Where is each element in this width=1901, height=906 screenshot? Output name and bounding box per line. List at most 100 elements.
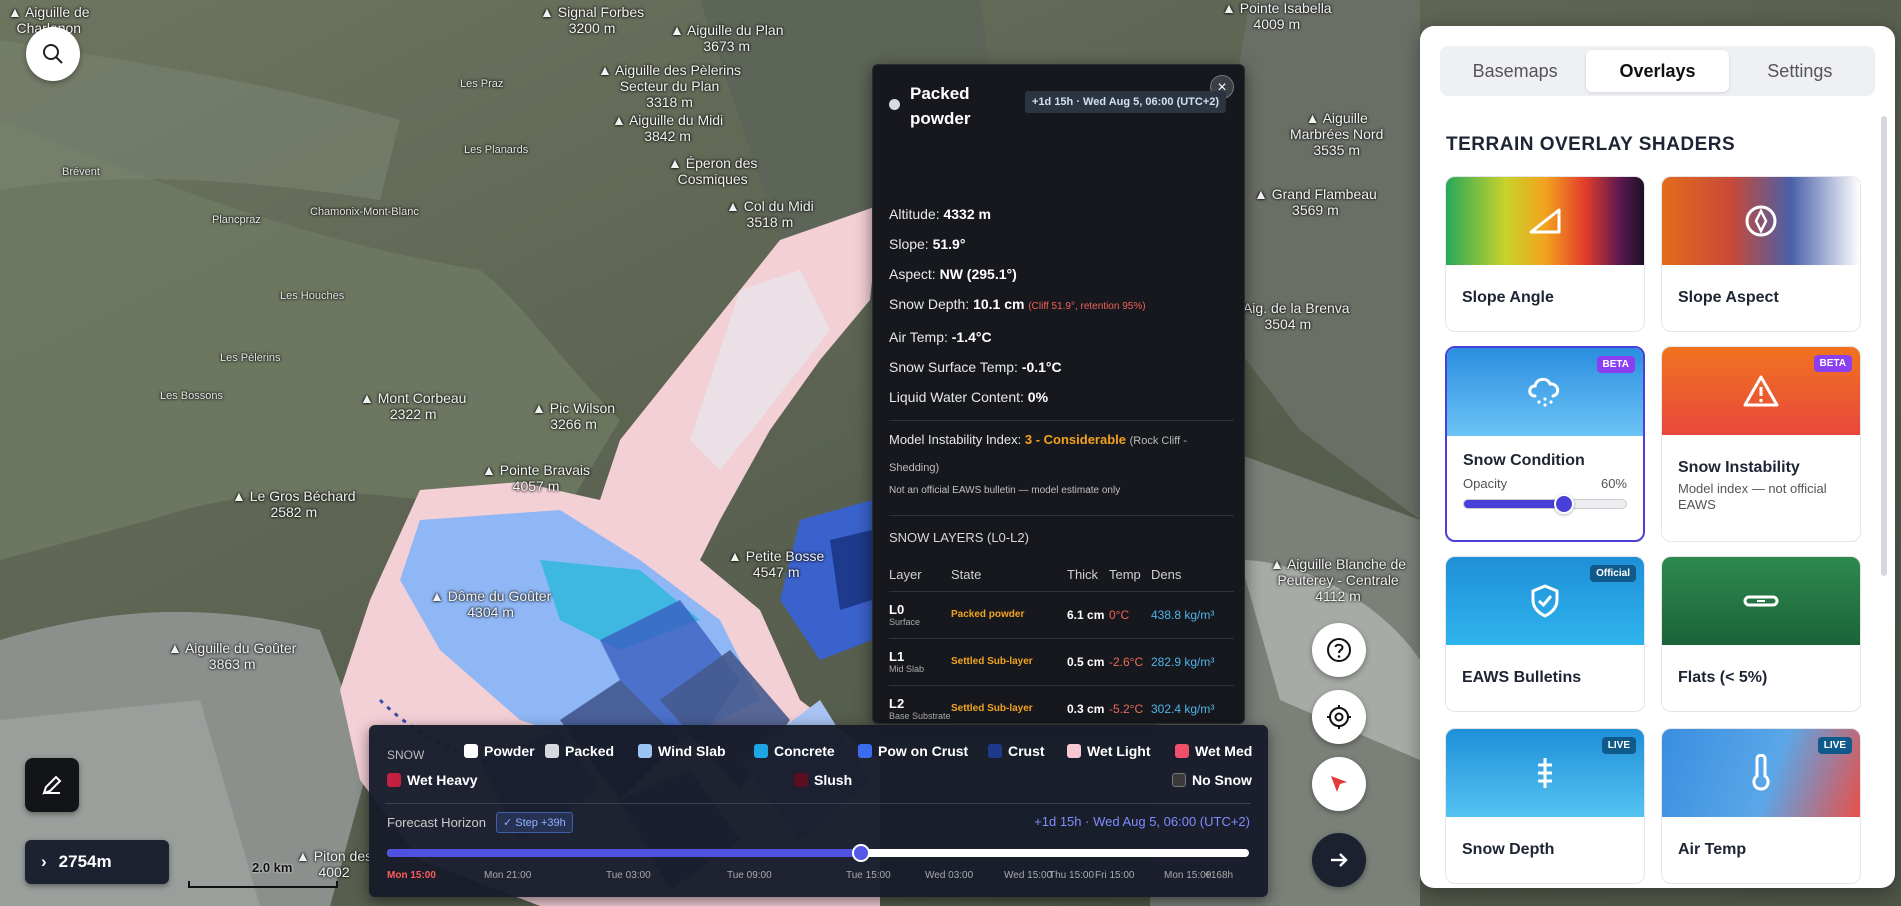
place-label: Les Houches: [280, 290, 345, 302]
place-label: Plancpraz: [212, 214, 261, 226]
timeline-tick[interactable]: Mon 15:00: [387, 870, 436, 881]
legend-item: Packed: [545, 743, 614, 759]
card-desc: Model index — not official EAWS: [1678, 481, 1827, 512]
legend-item: Wet Heavy: [387, 772, 478, 788]
popup-title: Packed powder: [910, 84, 971, 128]
peak-label: ▲ Col du Midi 3518 m: [726, 198, 814, 230]
timeline-tick[interactable]: Tue 03:00: [606, 870, 651, 881]
place-label: Les Praz: [460, 78, 504, 90]
timeline-tick[interactable]: Thu 15:00: [1049, 870, 1094, 881]
legend-item: Powder: [464, 743, 535, 759]
place-label: Les Pélerins: [220, 352, 281, 364]
column-header: Thick: [1067, 559, 1109, 592]
legend-swatch: [858, 744, 872, 758]
locate-button[interactable]: [1312, 690, 1366, 744]
slope-value: 51.9°: [932, 236, 966, 252]
legend-item-label: Wind Slab: [658, 743, 726, 759]
forecast-horizon-label: Forecast Horizon: [387, 815, 486, 830]
card-title: Air Temp: [1678, 841, 1747, 858]
opacity-slider-knob[interactable]: [1553, 494, 1574, 514]
card-eaws-bulletins[interactable]: Official EAWS Bulletins: [1445, 556, 1645, 712]
official-badge: Official: [1590, 565, 1636, 582]
peak-label: ▲ Aiguille du Plan 3673 m: [670, 22, 784, 54]
panel-scrollbar[interactable]: [1881, 116, 1887, 576]
card-snow-condition[interactable]: BETA Snow Condition Opacity 60%: [1445, 346, 1645, 542]
legend-swatch: [988, 744, 1002, 758]
peak-label: ▲ Pic Wilson 3266 m: [532, 400, 616, 432]
peak-label: ▲ Dôme du Goûter 4304 m: [430, 588, 552, 620]
point-info-popup: × Packed powder +1d 15h · Wed Aug 5, 06:…: [872, 64, 1245, 724]
timeline-tick[interactable]: Wed 03:00: [925, 870, 973, 881]
card-slope-aspect[interactable]: Slope Aspect: [1661, 176, 1861, 332]
peak-label: ▲ Le Gros Béchard 2582 m: [232, 488, 356, 520]
disclaimer: Not an official EAWS bulletin — model es…: [889, 485, 1121, 496]
card-air-temp[interactable]: LIVE Air Temp: [1661, 728, 1861, 884]
forecast-slider-track[interactable]: [387, 844, 1249, 862]
panel-tabs: Basemaps Overlays Settings: [1440, 46, 1875, 96]
snow-depth-value: 10.1 cm: [973, 296, 1025, 312]
aspect-value: NW (295.1°): [939, 266, 1017, 282]
altitude-button[interactable]: › 2754m: [25, 840, 169, 884]
forecast-time: +1d 15h · Wed Aug 5, 06:00 (UTC+2): [1034, 814, 1250, 829]
snow-cloud-icon: [1528, 377, 1560, 407]
depth-gauge-icon: [1538, 758, 1552, 788]
forecast-slider-knob[interactable]: [852, 844, 871, 862]
legend-item: Wind Slab: [638, 743, 726, 759]
legend-swatch: [1067, 744, 1081, 758]
timeline-tick[interactable]: Fri 15:00: [1095, 870, 1134, 881]
column-header: Temp: [1109, 559, 1151, 592]
opacity-slider[interactable]: [1463, 494, 1627, 514]
timeline-tick[interactable]: Wed 15:00: [1004, 870, 1052, 881]
legend-item: Crust: [988, 743, 1045, 759]
legend-item: Slush: [794, 772, 852, 788]
legend-swatch: [1172, 773, 1186, 787]
timeline-tick[interactable]: Tue 15:00: [846, 870, 891, 881]
legend-item: No Snow: [1172, 772, 1252, 788]
help-button[interactable]: [1312, 623, 1366, 677]
place-label: Chamonix-Mont-Blanc: [310, 206, 419, 218]
timeline-tick[interactable]: Mon 21:00: [484, 870, 531, 881]
timeline-tick[interactable]: +168h: [1205, 870, 1233, 881]
column-header: State: [951, 559, 1067, 592]
legend-item-label: Powder: [484, 743, 535, 759]
timeline-tick[interactable]: Tue 09:00: [727, 870, 772, 881]
peak-label: ▲ Aiguille des Pèlerins Secteur du Plan 33…: [598, 62, 742, 110]
card-snow-instability[interactable]: BETA Snow Instability Model index — not …: [1661, 346, 1861, 542]
legend-item: Wet Light: [1067, 743, 1151, 759]
card-title: Slope Angle: [1462, 289, 1554, 306]
peak-label: ▲ Pointe Bravais 4057 m: [482, 462, 591, 494]
legend-timeline-panel: SNOW Powder Packed Wind Slab Concrete Pow on…: [369, 725, 1268, 897]
card-flats[interactable]: Flats (< 5%): [1661, 556, 1861, 712]
legend-swatch: [464, 744, 478, 758]
column-header: Dens: [1151, 559, 1234, 592]
tab-overlays[interactable]: Overlays: [1586, 50, 1729, 92]
tab-basemaps[interactable]: Basemaps: [1444, 50, 1586, 92]
draw-button[interactable]: [25, 758, 79, 812]
expand-panel-button[interactable]: [1312, 833, 1366, 887]
tab-settings[interactable]: Settings: [1729, 50, 1871, 92]
forecast-slider-fill: [387, 849, 862, 857]
legend-item-label: Concrete: [774, 743, 835, 759]
compass-button[interactable]: [1312, 757, 1366, 811]
live-badge: LIVE: [1601, 737, 1636, 754]
surface-temp-value: -0.1°C: [1021, 359, 1062, 375]
opacity-value: 60%: [1600, 476, 1627, 491]
step-chip[interactable]: ✓ Step +39h: [496, 812, 573, 833]
legend-swatch: [754, 744, 768, 758]
legend-item-label: Wet Med: [1195, 743, 1253, 759]
place-label: Brévent: [62, 166, 100, 178]
search-button[interactable]: [26, 27, 80, 81]
warning-icon: [1743, 375, 1779, 407]
peak-label: ▲ Pointe Isabella 4009 m: [1222, 0, 1332, 32]
chevron-right-icon: ›: [41, 852, 47, 871]
peak-label: ▲ Aiguille Blanche de Peuterey - Centrale…: [1270, 556, 1407, 604]
card-snow-depth[interactable]: LIVE Snow Depth: [1445, 728, 1645, 884]
legend-label: SNOW: [387, 748, 425, 762]
column-header: Layer: [889, 559, 951, 592]
legend-item-label: Packed: [565, 743, 615, 759]
question-icon: [1327, 638, 1351, 662]
side-panel: Basemaps Overlays Settings TERRAIN OVERL…: [1420, 26, 1895, 888]
snow-depth-row: Snow Depth: 10.1 cm (Cliff 51.9°, retent…: [889, 296, 1146, 312]
card-slope-angle[interactable]: Slope Angle: [1445, 176, 1645, 332]
air-temp-value: -1.4°C: [951, 329, 992, 345]
